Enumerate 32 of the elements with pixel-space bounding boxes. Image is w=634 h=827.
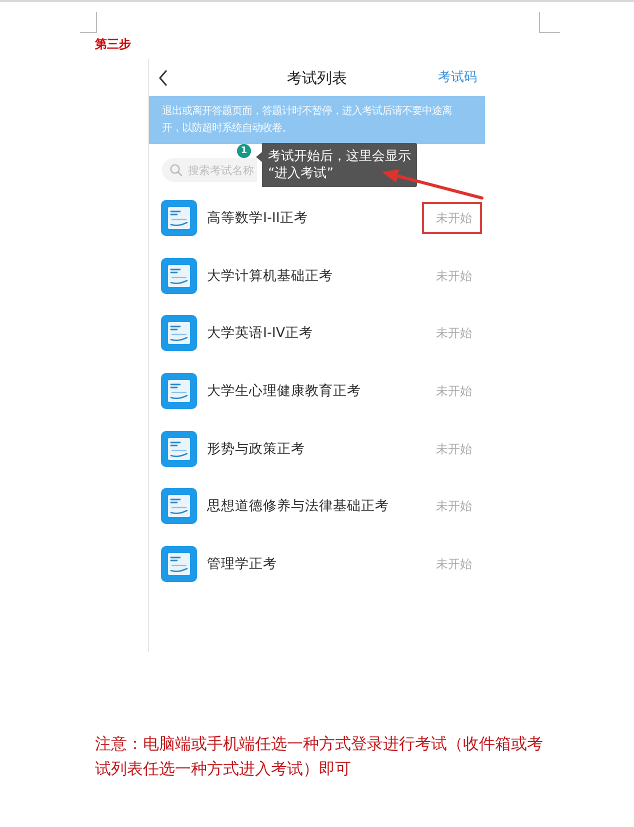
exam-title: 大学计算机基础正考 xyxy=(207,266,334,285)
step-badge: 1 xyxy=(237,144,251,158)
note-text: 注意：电脑端或手机端任选一种方式登录进行考试（收件箱或考试列表任选一种方式进入考试）即可 xyxy=(95,733,544,780)
document-icon xyxy=(161,372,197,409)
page-title: 考试列表 xyxy=(287,68,347,88)
back-icon[interactable] xyxy=(158,70,168,86)
document-icon xyxy=(161,488,197,524)
status-label: 未开始 xyxy=(435,556,473,573)
status-label: 未开始 xyxy=(435,325,473,342)
status-label: 未开始 xyxy=(435,440,473,458)
status-label: 未开始 xyxy=(435,498,473,516)
exam-title: 高等数学I-II正考 xyxy=(207,208,309,227)
exam-title: 大学生心理健康教育正考 xyxy=(207,382,362,400)
search-icon xyxy=(170,164,182,176)
document-icon xyxy=(161,200,197,236)
exam-title: 形势与政策正考 xyxy=(207,440,306,458)
corner-mark-icon xyxy=(80,12,97,33)
exam-title: 思想道德修养与法律基础正考 xyxy=(207,497,390,516)
document-icon xyxy=(161,546,197,582)
status-label: 未开始 xyxy=(435,382,473,400)
exam-code-button[interactable]: 考试码 xyxy=(438,68,477,86)
document-icon xyxy=(161,315,197,352)
document-icon xyxy=(161,258,197,294)
exam-title: 大学英语I-IV正考 xyxy=(207,324,314,342)
notice-banner: 退出或离开答题页面，答题计时不暂停，进入考试后请不要中途离开，以防超时系统自动收卷。 xyxy=(149,96,485,144)
document-icon xyxy=(161,430,197,467)
status-label: 未开始 xyxy=(422,202,482,234)
corner-mark-icon xyxy=(539,12,560,33)
status-label: 未开始 xyxy=(435,268,473,285)
tooltip: 考试开始后，这里会显示 “进入考试” xyxy=(256,143,417,187)
exam-title: 管理学正考 xyxy=(207,554,278,573)
step-heading: 第三步 xyxy=(95,37,131,51)
